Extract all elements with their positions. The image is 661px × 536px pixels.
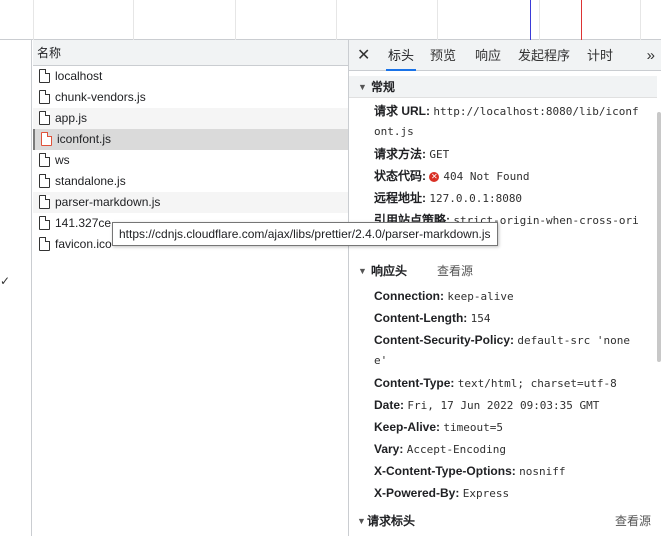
request-name: chunk-vendors.js [55, 90, 146, 104]
more-tabs-icon[interactable]: » [647, 40, 655, 71]
request-details-panel: ✕ 标头 预览 响应 发起程序 计时 » ▼ 常规 请求 URL: http:/… [349, 40, 661, 536]
file-icon [39, 216, 50, 230]
header-row: Date: Fri, 17 Jun 2022 09:03:35 GMT [374, 398, 600, 412]
file-icon [39, 195, 50, 209]
timeline-gridline [336, 0, 337, 40]
request-url-row: 请求 URL: http://localhost:8080/lib/iconf [374, 104, 639, 118]
timeline-gridline [437, 0, 438, 40]
details-scrollbar[interactable] [657, 112, 661, 362]
remote-address-row: 远程地址: 127.0.0.1:8080 [374, 191, 523, 205]
request-row[interactable]: chunk-vendors.js [33, 87, 348, 108]
header-row: Content-Length: 154 [374, 311, 491, 325]
request-name: iconfont.js [57, 132, 112, 146]
header-row: X-Powered-By: Express [374, 486, 510, 500]
request-name: standalone.js [55, 174, 126, 188]
header-row: Connection: keep-alive [374, 289, 514, 303]
request-name: favicon.ico [55, 237, 112, 251]
collapse-triangle-icon: ▼ [358, 82, 367, 92]
file-error-icon [41, 132, 52, 146]
checkmark-icon[interactable]: ✓ [0, 274, 10, 288]
request-headers-section-header[interactable]: ▼ 请求标头 查看源 [349, 510, 657, 532]
tab-initiator[interactable]: 发起程序 [518, 40, 570, 71]
request-name: localhost [55, 69, 103, 83]
section-title: 请求标头 [367, 514, 416, 528]
status-row: 状态代码: ✕ 404 Not Found [374, 169, 530, 183]
request-name: parser-markdown.js [55, 195, 161, 209]
details-tabbar: ✕ 标头 预览 响应 发起程序 计时 » [349, 40, 661, 71]
timeline-gridline [640, 0, 641, 40]
file-icon [39, 174, 50, 188]
section-title: 响应头 [371, 264, 408, 278]
file-icon [39, 90, 50, 104]
request-name: ws [55, 153, 70, 167]
left-filter-panel: ✓ [0, 40, 32, 536]
timeline-gridline [539, 0, 540, 40]
tab-timing[interactable]: 计时 [587, 40, 613, 71]
request-row[interactable]: ws [33, 150, 348, 171]
response-headers-section-header[interactable]: ▼ 响应头 查看源 [349, 260, 657, 282]
header-row: Content-Type: text/html; charset=utf-8 [374, 376, 617, 390]
load-event-marker [581, 0, 582, 40]
tab-preview[interactable]: 预览 [430, 40, 456, 71]
view-source-link[interactable]: 查看源 [437, 260, 473, 282]
error-icon: ✕ [429, 172, 440, 182]
header-row: Content-Security-Policy: default-src 'no… [374, 333, 630, 347]
network-timeline-overview[interactable] [0, 0, 661, 40]
collapse-triangle-icon: ▼ [358, 266, 367, 276]
request-name: 141.327ce [55, 216, 112, 230]
view-source-link[interactable]: 查看源 [615, 510, 651, 532]
name-column-header[interactable]: 名称 [33, 40, 348, 66]
header-row: X-Content-Type-Options: nosniff [374, 464, 566, 478]
request-list: 名称 localhost chunk-vendors.js app.js ico… [33, 40, 349, 536]
request-row[interactable]: localhost [33, 66, 348, 87]
tab-response[interactable]: 响应 [475, 40, 501, 71]
header-row: Vary: Accept-Encoding [374, 442, 507, 456]
file-icon [39, 153, 50, 167]
timeline-gridline [235, 0, 236, 40]
dom-content-loaded-marker [530, 0, 531, 40]
tab-headers[interactable]: 标头 [386, 40, 417, 71]
request-row[interactable]: standalone.js [33, 171, 348, 192]
request-row[interactable]: parser-markdown.js [33, 192, 348, 213]
file-icon [39, 237, 50, 251]
close-icon[interactable]: ✕ [357, 40, 370, 71]
timeline-gridline [133, 0, 134, 40]
header-row-continuation: e' [374, 354, 388, 367]
request-url-continuation: ont.js [374, 125, 414, 138]
request-row[interactable]: app.js [33, 108, 348, 129]
general-section-header[interactable]: ▼ 常规 [349, 76, 657, 98]
url-tooltip: https://cdnjs.cloudflare.com/ajax/libs/p… [112, 222, 498, 246]
request-row-selected[interactable]: iconfont.js [33, 129, 348, 150]
timeline-gridline [33, 0, 34, 40]
method-row: 请求方法: GET [374, 147, 450, 161]
request-name: app.js [55, 111, 88, 125]
header-row: Keep-Alive: timeout=5 [374, 420, 503, 434]
collapse-triangle-icon: ▼ [357, 516, 366, 526]
section-title: 常规 [371, 80, 396, 94]
file-icon [39, 111, 50, 125]
file-icon [39, 69, 50, 83]
